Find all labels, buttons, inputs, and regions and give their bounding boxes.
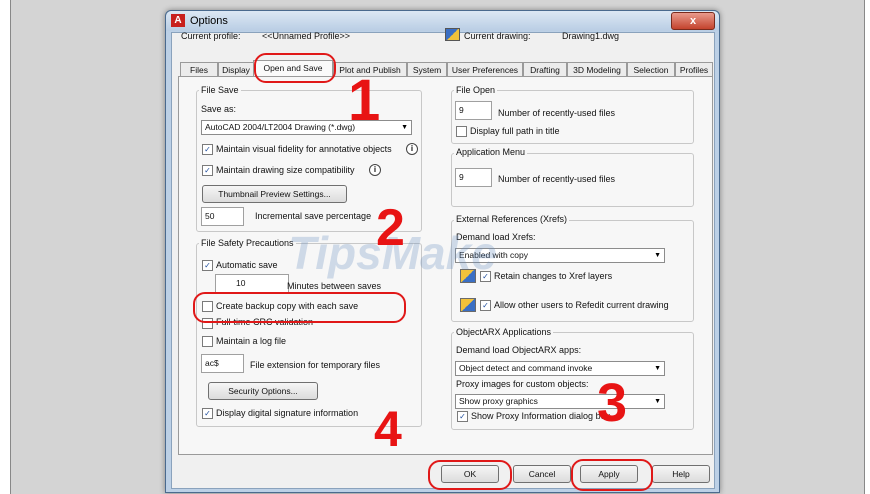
info-icon[interactable]: i	[369, 164, 381, 176]
close-button[interactable]: x	[671, 12, 715, 30]
apply-highlight	[571, 459, 653, 491]
digital-signature-label: Display digital signature information	[216, 408, 359, 418]
backup-copy-highlight	[193, 292, 406, 323]
title-bar: A Options x	[166, 11, 719, 31]
drawing-icon	[445, 28, 460, 41]
tab-system[interactable]: System	[407, 62, 447, 77]
info-icon[interactable]: i	[406, 143, 418, 155]
thumbnail-preview-settings-button[interactable]: Thumbnail Preview Settings...	[202, 185, 347, 203]
demand-load-arx-value: Object detect and command invoke	[459, 363, 593, 373]
app-menu-recent-field[interactable]: 9	[455, 168, 492, 187]
save-as-label: Save as:	[201, 104, 237, 114]
security-options-button[interactable]: Security Options...	[208, 382, 318, 400]
maintain-fidelity-label: Maintain visual fidelity for annotative …	[216, 144, 392, 154]
application-menu-title: Application Menu	[454, 147, 528, 157]
file-open-title: File Open	[454, 85, 498, 95]
save-as-dropdown[interactable]: AutoCAD 2004/LT2004 Drawing (*.dwg) ▼	[201, 120, 412, 135]
autocad-app-icon: A	[171, 14, 185, 27]
demand-load-arx-label: Demand load ObjectARX apps:	[456, 345, 582, 355]
proxy-dialog-checkbox[interactable]: ✓	[457, 411, 468, 422]
save-as-value: AutoCAD 2004/LT2004 Drawing (*.dwg)	[205, 122, 356, 132]
proxy-dialog-label: Show Proxy Information dialog box	[471, 411, 611, 421]
app-menu-recent-label: Number of recently-used files	[498, 174, 616, 184]
incremental-save-field[interactable]: 50	[201, 207, 244, 226]
full-path-label: Display full path in title	[470, 126, 560, 136]
minutes-between-saves-field[interactable]: 10	[215, 274, 289, 293]
chevron-down-icon: ▼	[654, 252, 661, 259]
full-path-checkbox[interactable]	[456, 126, 467, 137]
allow-refedit-checkbox[interactable]: ✓	[480, 300, 491, 311]
current-profile-value: <<Unnamed Profile>>	[262, 31, 351, 41]
window-title: Options	[190, 15, 228, 27]
demand-load-arx-dropdown[interactable]: Object detect and command invoke ▼	[455, 361, 665, 376]
tab-3d-modeling[interactable]: 3D Modeling	[567, 62, 627, 77]
tab-selection[interactable]: Selection	[627, 62, 675, 77]
retain-changes-label: Retain changes to Xref layers	[494, 271, 613, 281]
current-profile-label: Current profile:	[181, 31, 241, 41]
tab-profiles[interactable]: Profiles	[675, 62, 713, 77]
temp-file-extension-field[interactable]: ac$	[201, 354, 244, 373]
objectarx-title: ObjectARX Applications	[454, 327, 554, 337]
proxy-images-value: Show proxy graphics	[459, 396, 538, 406]
chevron-down-icon: ▼	[654, 365, 661, 372]
chevron-down-icon: ▼	[401, 124, 408, 131]
current-drawing-value: Drawing1.dwg	[562, 31, 620, 41]
tab-user-preferences[interactable]: User Preferences	[447, 62, 523, 77]
step-2-annotation: 2	[376, 199, 405, 257]
file-open-recent-field[interactable]: 9	[455, 101, 492, 120]
ok-highlight	[428, 460, 512, 490]
maintain-size-checkbox[interactable]: ✓	[202, 165, 213, 176]
proxy-images-dropdown[interactable]: Show proxy graphics ▼	[455, 394, 665, 409]
automatic-save-label: Automatic save	[216, 260, 278, 270]
step-1-annotation: 1	[348, 68, 381, 133]
file-open-recent-label: Number of recently-used files	[498, 108, 616, 118]
step-4-annotation: 4	[374, 401, 402, 457]
file-save-title: File Save	[199, 85, 241, 95]
xrefs-title: External References (Xrefs)	[454, 214, 570, 224]
digital-signature-checkbox[interactable]: ✓	[202, 408, 213, 419]
tab-files[interactable]: Files	[180, 62, 218, 77]
tab-display[interactable]: Display	[218, 62, 254, 77]
log-file-checkbox[interactable]	[202, 336, 213, 347]
allow-refedit-label: Allow other users to Refedit current dra…	[494, 300, 669, 310]
log-file-label: Maintain a log file	[216, 336, 287, 346]
chevron-down-icon: ▼	[654, 398, 661, 405]
tab-drafting[interactable]: Drafting	[523, 62, 567, 77]
cancel-button[interactable]: Cancel	[513, 465, 571, 483]
incremental-save-label: Incremental save percentage	[255, 211, 372, 221]
maintain-size-label: Maintain drawing size compatibility	[216, 165, 355, 175]
step-3-annotation: 3	[597, 373, 628, 433]
help-button[interactable]: Help	[652, 465, 710, 483]
maintain-fidelity-checkbox[interactable]: ✓	[202, 144, 213, 155]
refedit-icon	[460, 298, 476, 312]
proxy-images-label: Proxy images for custom objects:	[456, 379, 589, 389]
minutes-between-saves-label: Minutes between saves	[287, 281, 382, 291]
open-and-save-highlight	[254, 53, 336, 83]
automatic-save-checkbox[interactable]: ✓	[202, 260, 213, 271]
temp-file-extension-label: File extension for temporary files	[250, 360, 381, 370]
file-safety-title: File Safety Precautions	[199, 238, 296, 248]
current-drawing-label: Current drawing:	[464, 31, 531, 41]
